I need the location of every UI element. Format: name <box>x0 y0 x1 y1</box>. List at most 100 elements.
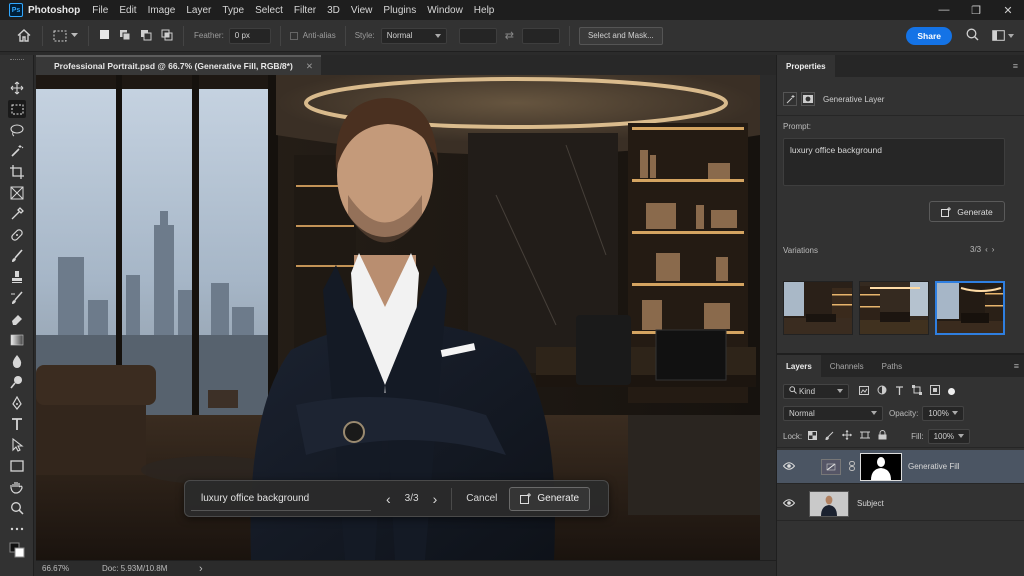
document-tab-bar: Professional Portrait.psd @ 66.7% (Gener… <box>36 55 776 75</box>
antialias-checkbox[interactable] <box>289 31 298 40</box>
lasso-tool-icon[interactable] <box>8 121 26 139</box>
history-brush-icon[interactable] <box>8 289 26 307</box>
menu-layer[interactable]: Layer <box>186 5 211 16</box>
filter-smart-object-icon[interactable] <box>930 385 940 397</box>
close-tab-icon[interactable]: ✕ <box>306 61 313 72</box>
filter-adjustment-icon[interactable] <box>877 385 887 397</box>
document-tab[interactable]: Professional Portrait.psd @ 66.7% (Gener… <box>36 55 321 75</box>
menu-3d[interactable]: 3D <box>327 5 340 16</box>
chevron-down-icon <box>837 389 843 393</box>
marquee-tool-icon[interactable] <box>8 100 26 118</box>
frame-tool-icon[interactable] <box>8 184 26 202</box>
menu-file[interactable]: File <box>92 5 108 16</box>
filter-pixel-icon[interactable] <box>859 385 869 397</box>
lock-artboard-icon[interactable] <box>860 430 871 442</box>
lock-all-icon[interactable] <box>878 430 887 442</box>
restore-button[interactable]: ❐ <box>960 4 992 17</box>
tab-channels[interactable]: Channels <box>821 355 873 377</box>
variation-thumbnail-2[interactable] <box>859 281 929 335</box>
cancel-button[interactable]: Cancel <box>466 493 497 504</box>
move-tool-icon[interactable] <box>8 79 26 97</box>
magic-wand-icon[interactable] <box>8 142 26 160</box>
layers-menu-icon[interactable]: ≡ <box>1014 361 1019 371</box>
blend-mode-dropdown[interactable]: Normal <box>783 405 883 421</box>
properties-generate-button[interactable]: Generate <box>929 201 1005 222</box>
next-variation-button[interactable]: › <box>433 491 438 507</box>
panel-menu-icon[interactable]: ≡ <box>1013 61 1018 71</box>
blur-tool-icon[interactable] <box>8 352 26 370</box>
add-selection-icon[interactable] <box>119 29 131 43</box>
hand-tool-icon[interactable] <box>8 478 26 496</box>
lock-transparent-icon[interactable] <box>808 430 818 442</box>
variation-thumbnail-3[interactable] <box>935 281 1005 335</box>
dodge-tool-icon[interactable] <box>8 373 26 391</box>
menu-type[interactable]: Type <box>222 5 244 16</box>
home-icon[interactable] <box>16 29 32 42</box>
select-and-mask-button[interactable]: Select and Mask... <box>578 26 663 45</box>
layers-panel-tabs: Layers Channels Paths ≡ <box>777 355 1024 377</box>
swap-icon[interactable]: ⇄ <box>505 29 514 42</box>
tab-layers[interactable]: Layers <box>777 355 821 377</box>
zoom-level[interactable]: 66.67% <box>42 564 102 573</box>
menu-edit[interactable]: Edit <box>119 5 136 16</box>
brush-tool-icon[interactable] <box>8 247 26 265</box>
variation-thumbnail-1[interactable] <box>783 281 853 335</box>
tab-paths[interactable]: Paths <box>873 355 911 377</box>
tab-properties[interactable]: Properties <box>777 55 835 77</box>
gradient-tool-icon[interactable] <box>8 331 26 349</box>
previous-variation-button[interactable]: ‹ <box>386 491 391 507</box>
menu-help[interactable]: Help <box>474 5 495 16</box>
workspace-icon[interactable] <box>992 30 1014 41</box>
healing-brush-icon[interactable] <box>8 226 26 244</box>
clone-stamp-icon[interactable] <box>8 268 26 286</box>
style-dropdown[interactable]: Normal <box>380 27 447 44</box>
close-window-button[interactable]: ✕ <box>992 4 1024 17</box>
layer-mask-thumbnail[interactable] <box>860 452 902 481</box>
lock-pixels-icon[interactable] <box>825 431 834 442</box>
width-input[interactable] <box>458 27 497 44</box>
eraser-tool-icon[interactable] <box>8 310 26 328</box>
menu-select[interactable]: Select <box>255 5 283 16</box>
menu-image[interactable]: Image <box>148 5 176 16</box>
search-icon[interactable] <box>966 28 979 43</box>
layer-row-subject[interactable]: Subject <box>777 487 1024 521</box>
visibility-eye-icon[interactable] <box>777 498 801 509</box>
layer-filter-dropdown[interactable]: Kind <box>783 383 849 399</box>
menu-window[interactable]: Window <box>427 5 463 16</box>
share-button[interactable]: Share <box>906 26 952 45</box>
type-tool-icon[interactable] <box>8 415 26 433</box>
path-selection-icon[interactable] <box>8 436 26 454</box>
fill-input[interactable]: 100% <box>927 428 970 444</box>
eyedropper-icon[interactable] <box>8 205 26 223</box>
mask-link-icon[interactable] <box>849 460 855 473</box>
filter-shape-icon[interactable] <box>912 385 922 397</box>
subtract-selection-icon[interactable] <box>140 29 152 43</box>
menu-plugins[interactable]: Plugins <box>383 5 416 16</box>
feather-input[interactable]: 0 px <box>228 27 271 44</box>
layer-row-generative-fill[interactable]: Generative Fill <box>777 450 1024 484</box>
lock-position-icon[interactable] <box>842 430 853 442</box>
crop-tool-icon[interactable] <box>8 163 26 181</box>
marquee-preset-icon[interactable] <box>53 30 78 42</box>
status-menu-arrow[interactable]: › <box>199 563 203 575</box>
menu-view[interactable]: View <box>351 5 373 16</box>
new-selection-icon[interactable] <box>99 29 110 42</box>
color-swatches-icon[interactable] <box>8 541 26 559</box>
filter-toggle-icon[interactable] <box>948 387 955 395</box>
intersect-selection-icon[interactable] <box>161 29 173 43</box>
more-tools-icon[interactable] <box>8 520 26 538</box>
generate-button[interactable]: Generate <box>509 486 591 511</box>
rectangle-tool-icon[interactable] <box>8 457 26 475</box>
minimize-button[interactable]: — <box>928 4 960 17</box>
prompt-textarea[interactable]: luxury office background <box>783 138 1005 186</box>
variations-prev-button[interactable]: ‹ <box>985 245 988 254</box>
menu-filter[interactable]: Filter <box>294 5 316 16</box>
pen-tool-icon[interactable] <box>8 394 26 412</box>
variations-next-button[interactable]: › <box>992 245 995 254</box>
filter-type-icon[interactable] <box>895 385 904 397</box>
height-input[interactable] <box>521 27 560 44</box>
zoom-tool-icon[interactable] <box>8 499 26 517</box>
visibility-eye-icon[interactable] <box>777 461 801 472</box>
opacity-input[interactable]: 100% <box>922 405 965 421</box>
generative-prompt-input[interactable]: luxury office background <box>191 486 371 511</box>
